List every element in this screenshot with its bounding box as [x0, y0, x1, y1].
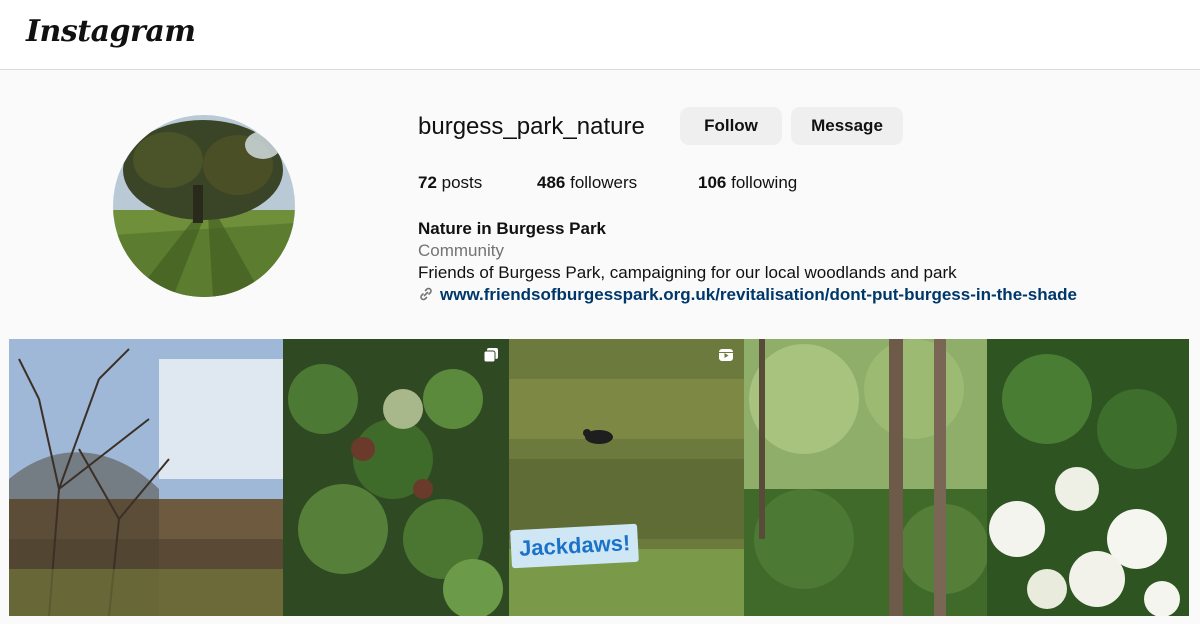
follow-button[interactable]: Follow — [680, 107, 782, 145]
post-tile-jackdaw[interactable]: Jackdaws! — [509, 339, 744, 616]
bio-link-text: www.friendsofburgesspark.org.uk/revitali… — [440, 285, 1077, 304]
post-tile-woodland[interactable] — [744, 339, 987, 616]
post-image — [283, 339, 509, 616]
posts-count: 72 — [418, 173, 437, 192]
reel-icon — [719, 349, 733, 361]
post-tile-hawthorn-blossom[interactable] — [987, 339, 1189, 616]
post-tile-bare-trees[interactable] — [9, 339, 283, 616]
link-icon — [420, 287, 432, 301]
posts-stat: 72 posts — [418, 173, 482, 193]
bio-text: Friends of Burgess Park, campaigning for… — [418, 263, 957, 282]
message-button[interactable]: Message — [791, 107, 903, 145]
posts-label: posts — [436, 173, 483, 192]
post-tile-ivy-snowdrops[interactable] — [283, 339, 509, 616]
followers-count: 486 — [537, 173, 566, 192]
carousel-icon — [483, 348, 498, 363]
profile-username: burgess_park_nature — [418, 113, 645, 140]
jackdaws-sticker: Jackdaws! — [510, 523, 640, 569]
bio-link[interactable]: www.friendsofburgesspark.org.uk/revitali… — [418, 285, 1077, 305]
post-image — [987, 339, 1189, 616]
bio-name: Nature in Burgess Park — [418, 219, 607, 238]
posts-grid: Jackdaws! — [9, 339, 1189, 616]
following-label: following — [726, 173, 798, 192]
following-count: 106 — [698, 173, 727, 192]
post-image — [9, 339, 283, 616]
instagram-logo[interactable]: Instagram — [26, 14, 196, 49]
post-image — [744, 339, 987, 616]
avatar-tree-photo — [113, 115, 295, 297]
bio-category: Community — [418, 241, 504, 260]
top-bar: Instagram — [0, 0, 1200, 70]
followers-stat[interactable]: 486 followers — [537, 173, 637, 193]
followers-label: followers — [565, 173, 638, 192]
following-stat[interactable]: 106 following — [698, 173, 797, 193]
profile-avatar[interactable] — [113, 115, 295, 297]
post-image — [509, 339, 744, 616]
